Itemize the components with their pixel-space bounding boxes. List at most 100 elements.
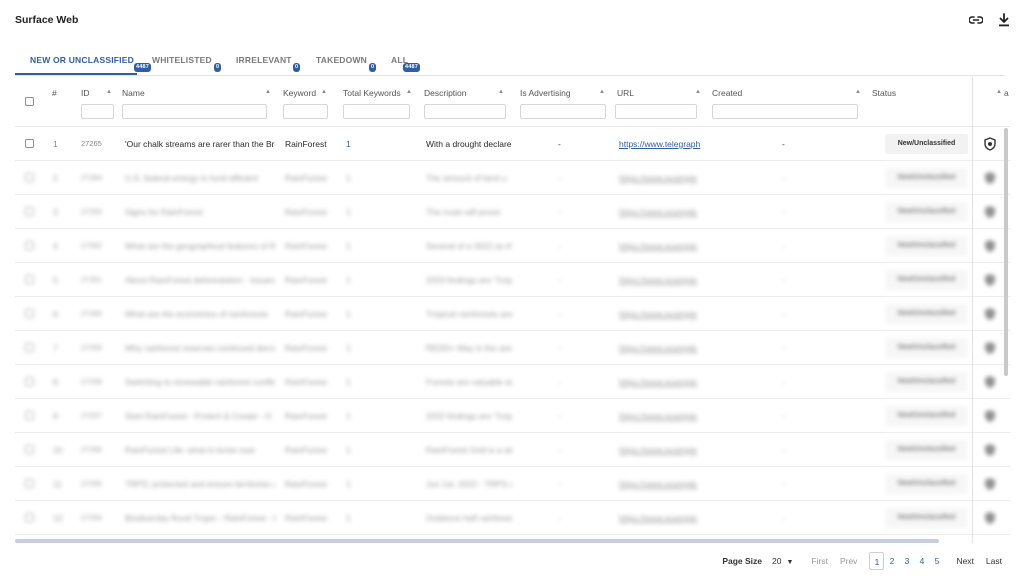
sort-up-icon[interactable]: ▲: [265, 89, 271, 95]
sort-up-icon[interactable]: ▲: [406, 89, 412, 95]
tab-whitelisted[interactable]: WHITELISTED 0: [152, 50, 222, 76]
col-header-description[interactable]: Description: [424, 88, 467, 98]
table-row[interactable]: 10 27256 RainForest Life: what to know now…: [15, 433, 1010, 467]
sort-up-icon[interactable]: ▲: [599, 89, 605, 95]
row-url-link[interactable]: https://www.example: [619, 479, 705, 489]
shield-icon[interactable]: [983, 443, 997, 457]
status-badge[interactable]: New/Unclassified: [885, 508, 968, 528]
shield-icon[interactable]: [983, 171, 997, 185]
last-page-button[interactable]: Last: [986, 556, 1002, 566]
page-button-2[interactable]: 2: [884, 552, 899, 570]
filter-total-keywords-input[interactable]: [343, 104, 410, 119]
table-row[interactable]: 7 27259 Why rainforest reserves continued …: [15, 331, 1010, 365]
status-badge[interactable]: New/Unclassified: [885, 372, 968, 392]
shield-icon[interactable]: [983, 273, 997, 287]
col-header-total-keywords[interactable]: Total Keywords: [343, 88, 401, 98]
table-row[interactable]: 6 27260 What are the economics of rainfore…: [15, 297, 1010, 331]
status-badge[interactable]: New/Unclassified: [885, 304, 968, 324]
col-header-status[interactable]: Status: [872, 88, 896, 98]
col-header-actions[interactable]: a: [1004, 88, 1009, 98]
row-url-link[interactable]: https://www.example: [619, 275, 705, 285]
row-url-link[interactable]: https://www.telegraph: [619, 139, 705, 149]
row-checkbox[interactable]: [25, 445, 34, 454]
row-checkbox[interactable]: [25, 275, 34, 284]
tab-irrelevant[interactable]: IRRELEVANT 0: [236, 50, 301, 76]
row-url-link[interactable]: https://www.example: [619, 513, 705, 523]
select-all-checkbox[interactable]: [25, 97, 34, 106]
row-checkbox[interactable]: [25, 377, 34, 386]
download-icon[interactable]: [996, 12, 1012, 28]
row-url-link[interactable]: https://www.example: [619, 241, 705, 251]
sort-up-icon[interactable]: ▲: [996, 89, 1002, 95]
sort-up-icon[interactable]: ▲: [855, 89, 861, 95]
col-header-created[interactable]: Created: [712, 88, 742, 98]
table-row[interactable]: 2 27264 U.S. federal energy to fund effici…: [15, 161, 1010, 195]
page-button-1[interactable]: 1: [869, 552, 885, 570]
table-row[interactable]: 9 27257 Start RainForest - Protect & Creat…: [15, 399, 1010, 433]
status-badge[interactable]: New/Unclassified: [885, 270, 968, 290]
shield-icon[interactable]: [983, 239, 997, 253]
col-header-name[interactable]: Name: [122, 88, 145, 98]
table-row[interactable]: 11 27255 TRPS; protected and ensure territ…: [15, 467, 1010, 501]
row-checkbox[interactable]: [25, 173, 34, 182]
status-badge[interactable]: New/Unclassified: [885, 406, 968, 426]
next-page-button[interactable]: Next: [956, 556, 973, 566]
col-header-id[interactable]: ID: [81, 88, 90, 98]
shield-icon[interactable]: [983, 409, 997, 423]
filter-name-input[interactable]: [122, 104, 267, 119]
status-badge[interactable]: New/Unclassified: [885, 134, 968, 154]
link-icon[interactable]: [968, 12, 984, 28]
row-checkbox[interactable]: [25, 309, 34, 318]
row-url-link[interactable]: https://www.example: [619, 377, 705, 387]
shield-icon[interactable]: [983, 341, 997, 355]
row-checkbox[interactable]: [25, 513, 34, 522]
first-page-button[interactable]: First: [811, 556, 828, 566]
table-row[interactable]: 12 27254 Biodiversity Rural Tropic - RainF…: [15, 501, 1010, 535]
page-button-3[interactable]: 3: [899, 552, 914, 570]
row-checkbox[interactable]: [25, 343, 34, 352]
row-checkbox[interactable]: [25, 241, 34, 250]
status-badge[interactable]: New/Unclassified: [885, 440, 968, 460]
filter-description-input[interactable]: [424, 104, 506, 119]
tab-all[interactable]: ALL 4487: [391, 50, 421, 76]
tab-takedown[interactable]: TAKEDOWN 0: [316, 50, 377, 76]
horizontal-scrollbar[interactable]: [15, 539, 939, 543]
col-header-url[interactable]: URL: [617, 88, 634, 98]
row-checkbox[interactable]: [25, 479, 34, 488]
col-header-keyword[interactable]: Keyword: [283, 88, 316, 98]
filter-id-input[interactable]: [81, 104, 114, 119]
row-url-link[interactable]: https://www.example: [619, 173, 705, 183]
table-row[interactable]: 4 27262 What are the geographical features…: [15, 229, 1010, 263]
row-checkbox[interactable]: [25, 139, 34, 148]
sort-up-icon[interactable]: ▲: [106, 89, 112, 95]
prev-page-button[interactable]: Prev: [840, 556, 857, 566]
page-button-4[interactable]: 4: [914, 552, 929, 570]
filter-is-advertising-input[interactable]: [520, 104, 606, 119]
filter-keyword-input[interactable]: [283, 104, 328, 119]
table-row[interactable]: 1 27265 'Our chalk streams are rarer tha…: [15, 127, 1010, 161]
col-header-is-advertising[interactable]: Is Advertising: [520, 88, 571, 98]
table-row[interactable]: 8 27258 Switching to renewable rainforest …: [15, 365, 1010, 399]
shield-icon[interactable]: [983, 477, 997, 491]
status-badge[interactable]: New/Unclassified: [885, 202, 968, 222]
table-row[interactable]: 5 27261 About RainForest deforestation - I…: [15, 263, 1010, 297]
status-badge[interactable]: New/Unclassified: [885, 474, 968, 494]
shield-icon[interactable]: [983, 307, 997, 321]
status-badge[interactable]: New/Unclassified: [885, 338, 968, 358]
row-url-link[interactable]: https://www.example: [619, 207, 705, 217]
page-button-5[interactable]: 5: [929, 552, 944, 570]
row-checkbox[interactable]: [25, 411, 34, 420]
sort-up-icon[interactable]: ▲: [321, 89, 327, 95]
filter-url-input[interactable]: [615, 104, 697, 119]
shield-icon[interactable]: [983, 511, 997, 525]
status-badge[interactable]: New/Unclassified: [885, 168, 968, 188]
row-checkbox[interactable]: [25, 207, 34, 216]
col-header-num[interactable]: #: [52, 88, 57, 98]
shield-icon[interactable]: [983, 137, 997, 151]
row-url-link[interactable]: https://www.example: [619, 445, 705, 455]
filter-created-input[interactable]: [712, 104, 858, 119]
sort-up-icon[interactable]: ▲: [498, 89, 504, 95]
row-url-link[interactable]: https://www.example: [619, 411, 705, 421]
table-row[interactable]: 3 27263 Signs for RainForest RainForest 1 The…: [15, 195, 1010, 229]
sort-up-icon[interactable]: ▲: [695, 89, 701, 95]
